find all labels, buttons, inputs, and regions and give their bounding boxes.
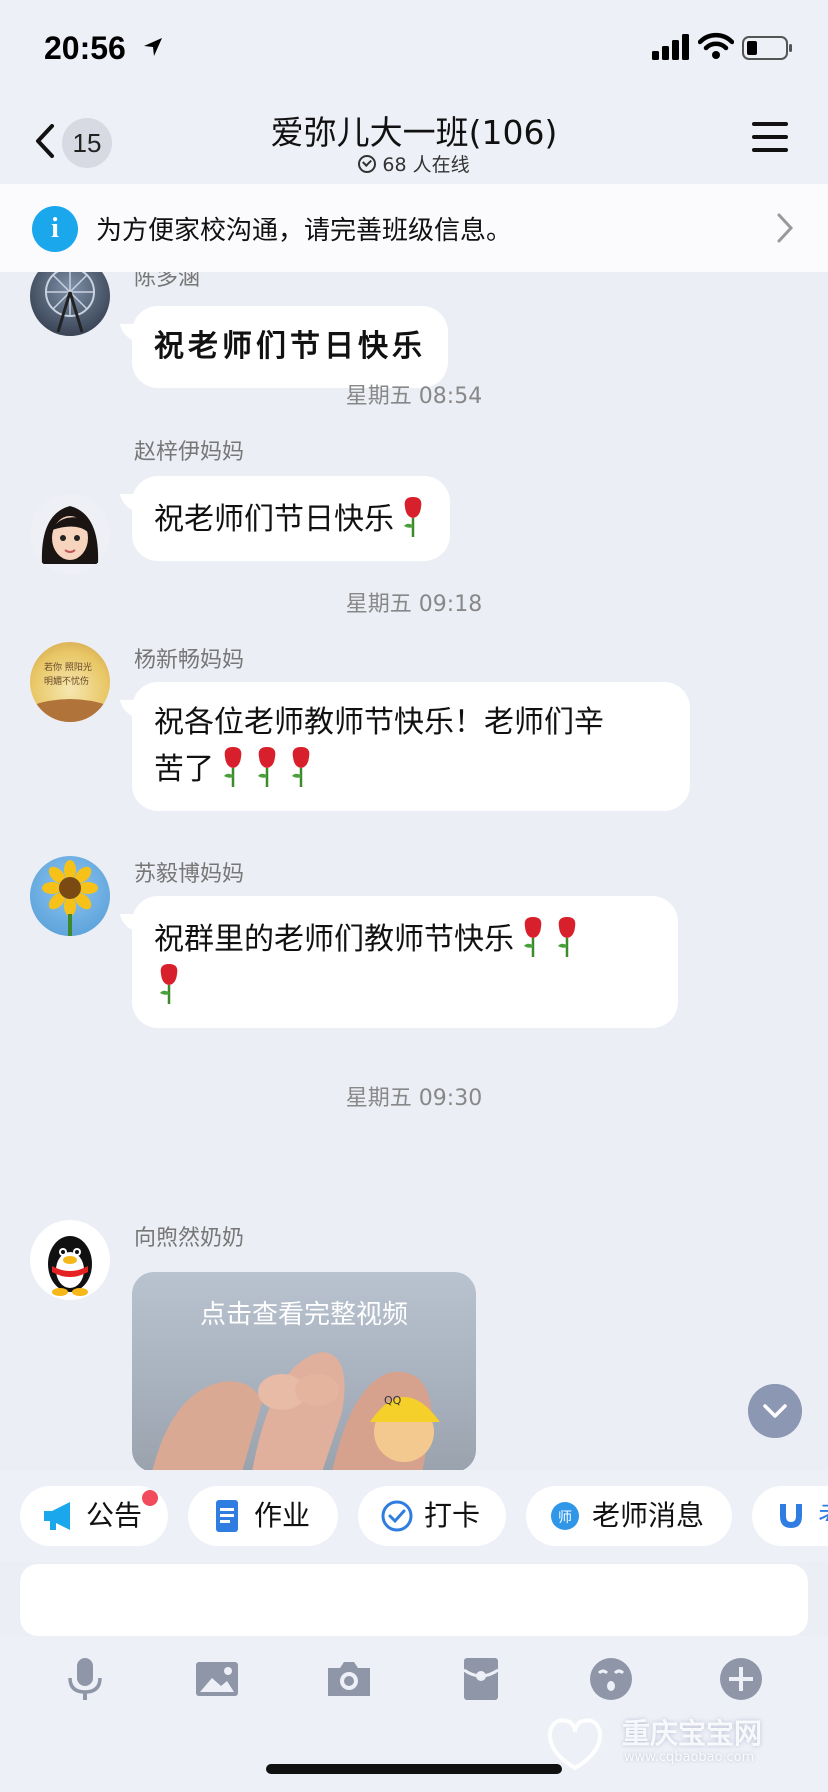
exam-label: 考 xyxy=(818,1486,828,1546)
cellular-signal-icon xyxy=(652,34,689,60)
message-text: 祝群里的老师们教师节快乐 xyxy=(154,922,514,957)
teacher-messages-label: 老师消息 xyxy=(592,1499,705,1532)
chevron-right-icon xyxy=(777,213,794,243)
message-text: 苦了 xyxy=(154,752,214,787)
info-icon: i xyxy=(32,206,78,252)
avatar[interactable] xyxy=(30,856,110,936)
location-arrow-icon xyxy=(144,38,162,56)
menu-button[interactable] xyxy=(752,122,788,154)
notification-dot xyxy=(142,1490,158,1506)
status-time: 20:56 xyxy=(44,30,126,66)
rose-emoji-icon xyxy=(292,747,310,787)
cartoon-girl-icon xyxy=(41,506,99,564)
message-input[interactable] xyxy=(20,1564,808,1636)
sender-name: 陈多涵 xyxy=(134,272,201,291)
camera-icon[interactable] xyxy=(326,1656,372,1702)
svg-text:若你 照阳光: 若你 照阳光 xyxy=(44,661,92,673)
menu-line xyxy=(752,122,788,126)
chevron-down-circle-icon xyxy=(358,155,377,173)
sender-name: 苏毅博妈妈 xyxy=(134,862,245,887)
home-indicator[interactable] xyxy=(266,1764,562,1774)
battery-icon xyxy=(742,36,792,60)
site-watermark: 重庆宝宝网 www.cqbaobao.com xyxy=(540,1708,810,1780)
wifi-icon xyxy=(698,32,734,59)
announcement-label: 公告 xyxy=(86,1499,143,1532)
rose-emoji-icon xyxy=(558,917,576,957)
sender-name: 赵梓伊妈妈 xyxy=(134,440,245,465)
message-text: 祝老师们节日快乐 xyxy=(154,502,394,537)
ferris-wheel-icon xyxy=(45,272,95,333)
message-text: 祝各位老师教师节快乐！老师们辛 xyxy=(154,705,604,740)
homework-label: 作业 xyxy=(254,1499,311,1532)
timestamp: 星期五 08:54 xyxy=(345,384,483,409)
timestamp: 星期五 09:30 xyxy=(345,1086,483,1111)
menu-line xyxy=(752,135,788,139)
message-text-line-2 xyxy=(154,962,656,1009)
message-bubble[interactable]: 祝群里的老师们教师节快乐 xyxy=(132,896,678,1028)
online-text: 68 人在线 xyxy=(382,154,470,176)
message-text-line-2: 苦了 xyxy=(154,745,668,792)
homework-button[interactable]: 作业 xyxy=(188,1486,338,1546)
red-packet-icon[interactable] xyxy=(458,1656,504,1702)
rose-emoji-icon xyxy=(258,747,276,787)
image-icon[interactable] xyxy=(194,1656,240,1702)
video-caption: 点击查看完整视频 xyxy=(199,1300,408,1330)
rose-emoji-icon xyxy=(160,964,178,1004)
check-in-button[interactable]: 打卡 xyxy=(358,1486,506,1546)
sender-name: 杨新畅妈妈 xyxy=(134,648,245,673)
teacher-icon: 师 xyxy=(551,1502,579,1530)
microphone-icon[interactable] xyxy=(62,1656,108,1702)
check-in-label: 打卡 xyxy=(424,1499,481,1532)
magnet-icon xyxy=(780,1504,802,1528)
watermark-title: 重庆宝宝网 xyxy=(622,1717,763,1750)
plus-icon[interactable] xyxy=(718,1656,764,1702)
sunflower-icon xyxy=(42,860,98,936)
scroll-down-button[interactable] xyxy=(748,1384,802,1438)
notice-text: 为方便家校沟通，请完善班级信息。 xyxy=(96,216,513,246)
sunset-card-icon: 若你 照阳光 明媚不忧伤 xyxy=(30,661,110,722)
announcement-button[interactable]: 公告 xyxy=(20,1486,168,1546)
qq-penguin-icon xyxy=(48,1236,92,1296)
emoji-icon[interactable] xyxy=(588,1656,634,1702)
notice-banner[interactable]: i 为方便家校沟通，请完善班级信息。 xyxy=(0,184,828,272)
chat-messages[interactable]: 陈多涵 祝老师们节日快乐 星期五 08:54 赵梓伊妈妈 祝老师们节日快乐 星期… xyxy=(0,272,828,1470)
megaphone-icon xyxy=(44,1502,70,1530)
online-count[interactable]: 68 人在线 xyxy=(0,150,828,177)
svg-text:师: 师 xyxy=(558,1510,572,1526)
avatar[interactable] xyxy=(30,1220,110,1300)
video-message[interactable]: QQ 点击查看完整视频 xyxy=(132,1272,476,1470)
timestamp: 星期五 09:18 xyxy=(345,592,483,617)
avatar[interactable]: 若你 照阳光 明媚不忧伤 xyxy=(30,642,110,722)
sender-name: 向煦然奶奶 xyxy=(134,1226,245,1251)
teacher-messages-button[interactable]: 师 老师消息 xyxy=(526,1486,732,1546)
rose-emoji-icon xyxy=(224,747,242,787)
menu-line xyxy=(752,148,788,152)
document-icon xyxy=(216,1500,238,1532)
avatar[interactable] xyxy=(30,494,110,574)
rose-emoji-icon xyxy=(404,497,422,537)
chat-header: 15 爱弥儿大一班(106) 68 人在线 xyxy=(0,100,828,184)
rose-emoji-icon xyxy=(524,917,542,957)
svg-text:明媚不忧伤: 明媚不忧伤 xyxy=(44,675,89,687)
status-bar: 20:56 xyxy=(0,0,828,100)
check-icon xyxy=(381,1500,413,1532)
message-bubble[interactable]: 祝各位老师教师节快乐！老师们辛 苦了 xyxy=(132,682,690,811)
quick-action-bar: 公告 作业 打卡 师 老师消息 考 xyxy=(0,1470,828,1562)
avatar[interactable] xyxy=(30,272,110,336)
svg-text:QQ: QQ xyxy=(384,1394,402,1407)
message-bubble[interactable]: 祝老师们节日快乐 xyxy=(132,306,448,388)
exam-button[interactable]: 考 xyxy=(752,1486,828,1546)
watermark-url: www.cqbaobao.com xyxy=(624,1750,755,1765)
message-text-line-1: 祝群里的老师们教师节快乐 xyxy=(154,915,656,962)
message-bubble[interactable]: 祝老师们节日快乐 xyxy=(132,476,450,561)
group-title: 爱弥儿大一班(106) xyxy=(270,113,558,152)
